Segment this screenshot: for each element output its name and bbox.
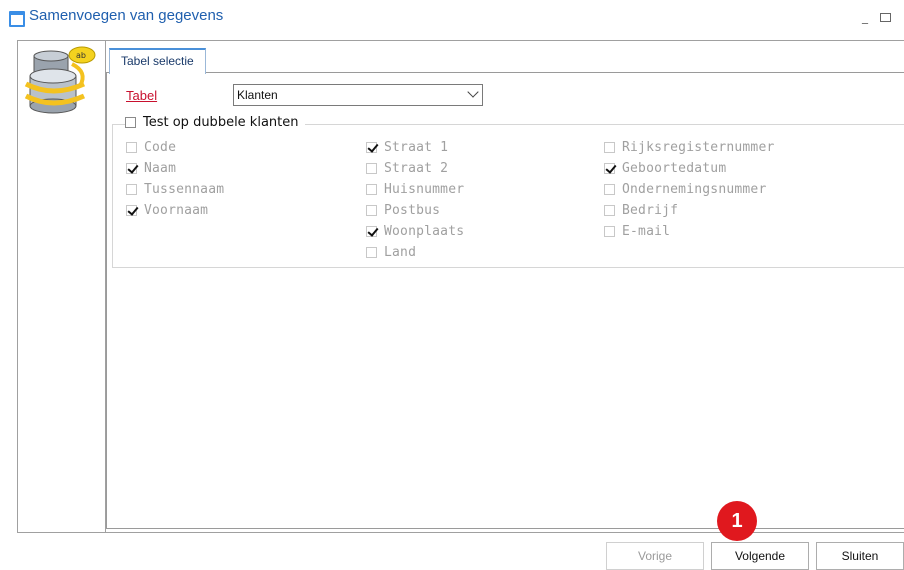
field-e-mail[interactable]: E-mail: [604, 224, 670, 239]
tabel-select-value: Klanten: [237, 88, 278, 102]
field-naam[interactable]: Naam: [126, 161, 176, 176]
left-panel: ab: [18, 41, 106, 532]
field-label: Naam: [144, 161, 177, 176]
field-rijksregisternummer[interactable]: Rijksregisternummer: [604, 140, 775, 155]
duplicate-check-checkbox[interactable]: [125, 117, 136, 128]
field-label: Huisnummer: [384, 182, 465, 197]
tabel-select[interactable]: Klanten: [233, 84, 483, 106]
field-woonplaats[interactable]: Woonplaats: [366, 224, 464, 239]
field-postbus-checkbox[interactable]: [366, 205, 377, 216]
field-voornaam[interactable]: Voornaam: [126, 203, 208, 218]
field-label: Code: [144, 140, 177, 155]
field-geboortedatum-checkbox[interactable]: [604, 163, 615, 174]
field-postbus[interactable]: Postbus: [366, 203, 440, 218]
maximize-button[interactable]: [880, 13, 891, 22]
duplicate-check-label: Test op dubbele klanten: [143, 115, 299, 130]
field-label: E-mail: [622, 224, 671, 239]
chevron-down-icon[interactable]: [467, 86, 479, 98]
field-label: Voornaam: [144, 203, 209, 218]
field-label: Land: [384, 245, 417, 260]
volgende-button[interactable]: Volgende: [711, 542, 809, 570]
field-label: Woonplaats: [384, 224, 465, 239]
field-tussennaam[interactable]: Tussennaam: [126, 182, 224, 197]
tab-tabel-selectie[interactable]: Tabel selectie: [109, 48, 206, 74]
field-geboortedatum[interactable]: Geboortedatum: [604, 161, 726, 176]
duplicate-check-group: [112, 124, 904, 268]
window-icon: [9, 11, 25, 27]
field-woonplaats-checkbox[interactable]: [366, 226, 377, 237]
field-voornaam-checkbox[interactable]: [126, 205, 137, 216]
field-label: Postbus: [384, 203, 441, 218]
field-label: Geboortedatum: [622, 161, 727, 176]
svg-text:ab: ab: [76, 51, 86, 60]
field-bedrijf[interactable]: Bedrijf: [604, 203, 678, 218]
window-title: Samenvoegen van gegevens: [29, 7, 224, 24]
field-ondernemingsnummer-checkbox[interactable]: [604, 184, 615, 195]
field-naam-checkbox[interactable]: [126, 163, 137, 174]
title-bar: Samenvoegen van gegevens _: [0, 0, 904, 34]
minimize-button[interactable]: _: [862, 10, 868, 24]
field-tussennaam-checkbox[interactable]: [126, 184, 137, 195]
tabel-label: Tabel: [126, 88, 158, 103]
field-label: Straat 1: [384, 140, 449, 155]
field-code-checkbox[interactable]: [126, 142, 137, 153]
field-e-mail-checkbox[interactable]: [604, 226, 615, 237]
database-merge-icon: ab: [24, 46, 96, 114]
field-huisnummer-checkbox[interactable]: [366, 184, 377, 195]
step-badge: 1: [717, 501, 757, 541]
field-label: Bedrijf: [622, 203, 679, 218]
field-straat-1-checkbox[interactable]: [366, 142, 377, 153]
sluiten-button[interactable]: Sluiten: [816, 542, 904, 570]
field-straat-2-checkbox[interactable]: [366, 163, 377, 174]
field-label: Straat 2: [384, 161, 449, 176]
field-label: Tussennaam: [144, 182, 225, 197]
field-code[interactable]: Code: [126, 140, 176, 155]
field-label: Rijksregisternummer: [622, 140, 775, 155]
field-straat-2[interactable]: Straat 2: [366, 161, 448, 176]
field-rijksregisternummer-checkbox[interactable]: [604, 142, 615, 153]
field-bedrijf-checkbox[interactable]: [604, 205, 615, 216]
duplicate-check-toggle[interactable]: Test op dubbele klanten: [125, 115, 305, 130]
field-land-checkbox[interactable]: [366, 247, 377, 258]
field-ondernemingsnummer[interactable]: Ondernemingsnummer: [604, 182, 766, 197]
field-huisnummer[interactable]: Huisnummer: [366, 182, 464, 197]
field-land[interactable]: Land: [366, 245, 416, 260]
field-label: Ondernemingsnummer: [622, 182, 767, 197]
field-straat-1[interactable]: Straat 1: [366, 140, 448, 155]
vorige-button[interactable]: Vorige: [606, 542, 704, 570]
